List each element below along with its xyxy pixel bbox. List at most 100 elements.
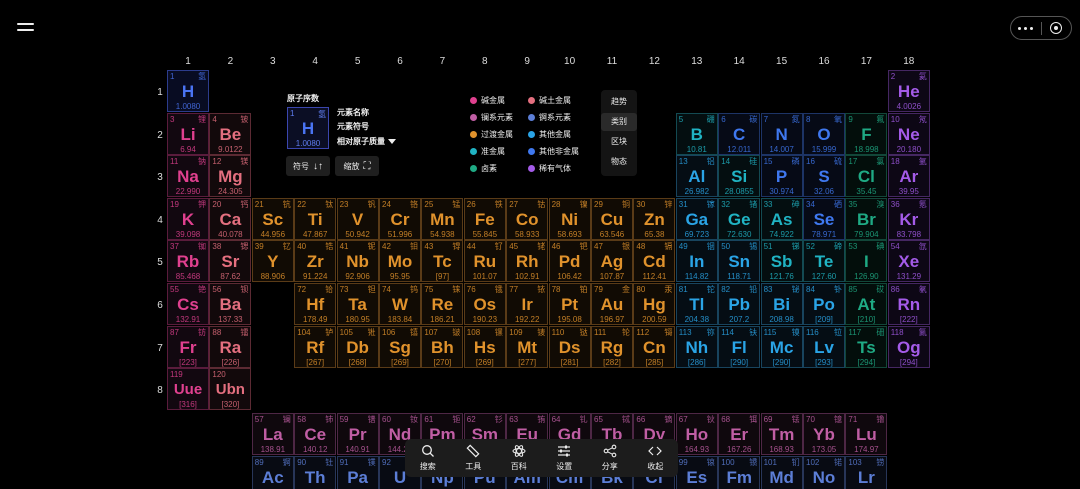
element-cell-w[interactable]: 74 钨 W 183.84 (379, 283, 421, 325)
element-cell-pb[interactable]: 82 铅 Pb 207.2 (718, 283, 761, 325)
category-item[interactable]: 过渡金属 (470, 129, 513, 140)
element-cell-uue[interactable]: 119 Uue [316] (167, 368, 209, 411)
element-cell-tl[interactable]: 81 铊 Tl 204.38 (675, 283, 718, 325)
element-cell-at[interactable]: 85 砹 At [210] (845, 283, 888, 325)
element-cell-ba[interactable]: 56 钡 Ba 137.33 (209, 283, 252, 325)
more-icon[interactable] (1011, 17, 1041, 39)
element-cell-si[interactable]: 14 硅 Si 28.0855 (718, 155, 761, 198)
element-cell-rf[interactable]: 104 𬬻 Rf [267] (294, 325, 337, 368)
element-cell-cl[interactable]: 17 氯 Cl 35.45 (845, 155, 888, 198)
element-cell-s[interactable]: 16 硫 S 32.06 (803, 155, 845, 198)
element-cell-ubn[interactable]: 120 Ubn [320] (209, 368, 252, 411)
element-cell-fl[interactable]: 114 𫓧 Fl [290] (718, 325, 761, 368)
element-cell-se[interactable]: 34 硒 Se 78.971 (803, 197, 845, 240)
element-cell-v[interactable]: 23 钒 V 50.942 (336, 197, 379, 240)
element-cell-tc[interactable]: 43 锝 Tc [97] (421, 240, 464, 283)
element-cell-nh[interactable]: 113 鿭 Nh [286] (675, 325, 718, 368)
element-cell-rg[interactable]: 111 𬬭 Rg [282] (591, 325, 633, 368)
element-cell-lr[interactable]: 103 铹 Lr (845, 455, 888, 489)
element-cell-o[interactable]: 8 氧 O 15.999 (803, 112, 845, 155)
element-cell-tm[interactable]: 69 铥 Tm 168.93 (760, 413, 803, 455)
toolbar-item[interactable]: 工具 (453, 444, 493, 472)
element-cell-ir[interactable]: 77 铱 Ir 192.22 (506, 283, 549, 325)
element-cell-bh[interactable]: 107 𬭛 Bh [270] (421, 325, 464, 368)
element-cell-ac[interactable]: 89 锕 Ac (251, 455, 294, 489)
element-cell-k[interactable]: 19 钾 K 39.098 (167, 197, 209, 240)
category-item[interactable]: 锕系元素 (528, 112, 571, 123)
element-cell-y[interactable]: 39 钇 Y 88.906 (251, 240, 294, 283)
element-cell-ds[interactable]: 110 𫟼 Ds [281] (548, 325, 591, 368)
element-cell-na[interactable]: 11 钠 Na 22.990 (167, 155, 209, 198)
element-cell-mc[interactable]: 115 镆 Mc [290] (760, 325, 803, 368)
zoom-button[interactable]: 缩放 ⛶ (335, 156, 379, 176)
menu-icon[interactable] (17, 21, 34, 33)
element-cell-te[interactable]: 52 碲 Te 127.60 (803, 240, 845, 283)
element-cell-sg[interactable]: 106 𬭳 Sg [269] (379, 325, 421, 368)
element-cell-bi[interactable]: 83 铋 Bi 208.98 (760, 283, 803, 325)
element-cell-pt[interactable]: 78 铂 Pt 195.08 (548, 283, 591, 325)
toolbar-item[interactable]: 百科 (499, 444, 539, 472)
view-mode-tab[interactable]: 类别 (601, 113, 637, 131)
symbol-sort-button[interactable]: 符号 ↓↑ (286, 156, 330, 176)
element-cell-f[interactable]: 9 氟 F 18.998 (845, 112, 888, 155)
element-cell-ts[interactable]: 117 鿬 Ts [294] (845, 325, 888, 368)
element-cell-mt[interactable]: 109 鿏 Mt [277] (506, 325, 549, 368)
element-cell-og[interactable]: 118 鿫 Og [294] (887, 325, 930, 368)
element-cell-mn[interactable]: 25 锰 Mn 54.938 (421, 197, 464, 240)
element-cell-yb[interactable]: 70 镱 Yb 173.05 (803, 413, 845, 455)
category-item[interactable]: 稀有气体 (528, 163, 571, 174)
element-cell-cu[interactable]: 29 铜 Cu 63.546 (591, 197, 633, 240)
toolbar-item[interactable]: 搜索 (408, 444, 448, 472)
toolbar-item[interactable]: 分享 (590, 444, 630, 472)
category-item[interactable]: 准金属 (470, 146, 505, 157)
element-cell-ne[interactable]: 10 氖 Ne 20.180 (887, 112, 930, 155)
element-cell-hs[interactable]: 108 𬭶 Hs [269] (463, 325, 506, 368)
element-cell-sn[interactable]: 50 锡 Sn 118.71 (718, 240, 761, 283)
category-item[interactable]: 其他金属 (528, 129, 571, 140)
element-cell-nb[interactable]: 41 铌 Nb 92.906 (336, 240, 379, 283)
element-cell-er[interactable]: 68 铒 Er 167.26 (718, 413, 761, 455)
element-cell-db[interactable]: 105 𬭊 Db [268] (336, 325, 379, 368)
element-cell-rh[interactable]: 45 铑 Rh 102.91 (506, 240, 549, 283)
element-cell-no[interactable]: 102 锘 No (803, 455, 845, 489)
toolbar-item[interactable]: 收起 (635, 444, 675, 472)
element-cell-ra[interactable]: 88 镭 Ra [226] (209, 325, 252, 368)
element-cell-lv[interactable]: 116 𫟷 Lv [293] (803, 325, 845, 368)
toolbar-item[interactable]: 设置 (544, 444, 584, 472)
category-item[interactable]: 卤素 (470, 163, 497, 174)
element-cell-sc[interactable]: 21 钪 Sc 44.956 (251, 197, 294, 240)
element-cell-fm[interactable]: 100 镄 Fm (718, 455, 761, 489)
legend-mass-dropdown[interactable]: 相对原子质量 (337, 136, 396, 147)
element-cell-pd[interactable]: 46 钯 Pd 106.42 (548, 240, 591, 283)
element-cell-zn[interactable]: 30 锌 Zn 65.38 (633, 197, 676, 240)
element-cell-md[interactable]: 101 钔 Md (760, 455, 803, 489)
element-cell-lu[interactable]: 71 镥 Lu 174.97 (845, 413, 888, 455)
element-cell-i[interactable]: 53 碘 I 126.90 (845, 240, 888, 283)
element-cell-n[interactable]: 7 氮 N 14.007 (760, 112, 803, 155)
category-item[interactable]: 镧系元素 (470, 112, 513, 123)
element-cell-pa[interactable]: 91 镤 Pa (336, 455, 379, 489)
element-cell-cs[interactable]: 55 铯 Cs 132.91 (167, 283, 209, 325)
element-cell-fr[interactable]: 87 钫 Fr [223] (167, 325, 209, 368)
view-mode-tab[interactable]: 趋势 (601, 93, 637, 111)
element-cell-ho[interactable]: 67 钬 Ho 164.93 (675, 413, 718, 455)
element-cell-c[interactable]: 6 碳 C 12.011 (718, 112, 761, 155)
element-cell-ru[interactable]: 44 钌 Ru 101.07 (463, 240, 506, 283)
element-cell-in[interactable]: 49 铟 In 114.82 (675, 240, 718, 283)
element-cell-cr[interactable]: 24 铬 Cr 51.996 (379, 197, 421, 240)
element-cell-as[interactable]: 33 砷 As 74.922 (760, 197, 803, 240)
element-cell-cn[interactable]: 112 鿔 Cn [285] (633, 325, 676, 368)
element-cell-fe[interactable]: 26 铁 Fe 55.845 (463, 197, 506, 240)
element-cell-ge[interactable]: 32 锗 Ge 72.630 (718, 197, 761, 240)
element-cell-ga[interactable]: 31 镓 Ga 69.723 (675, 197, 718, 240)
element-cell-cd[interactable]: 48 镉 Cd 112.41 (633, 240, 676, 283)
element-cell-hf[interactable]: 72 铪 Hf 178.49 (294, 283, 337, 325)
view-mode-tab[interactable]: 区块 (601, 133, 637, 151)
category-item[interactable]: 碱金属 (470, 95, 505, 106)
element-cell-kr[interactable]: 36 氪 Kr 83.798 (887, 197, 930, 240)
element-cell-be[interactable]: 4 铍 Be 9.0122 (209, 112, 252, 155)
element-cell-la[interactable]: 57 镧 La 138.91 (251, 413, 294, 455)
element-cell-co[interactable]: 27 钴 Co 58.933 (506, 197, 549, 240)
element-cell-au[interactable]: 79 金 Au 196.97 (591, 283, 633, 325)
element-cell-ca[interactable]: 20 钙 Ca 40.078 (209, 197, 252, 240)
